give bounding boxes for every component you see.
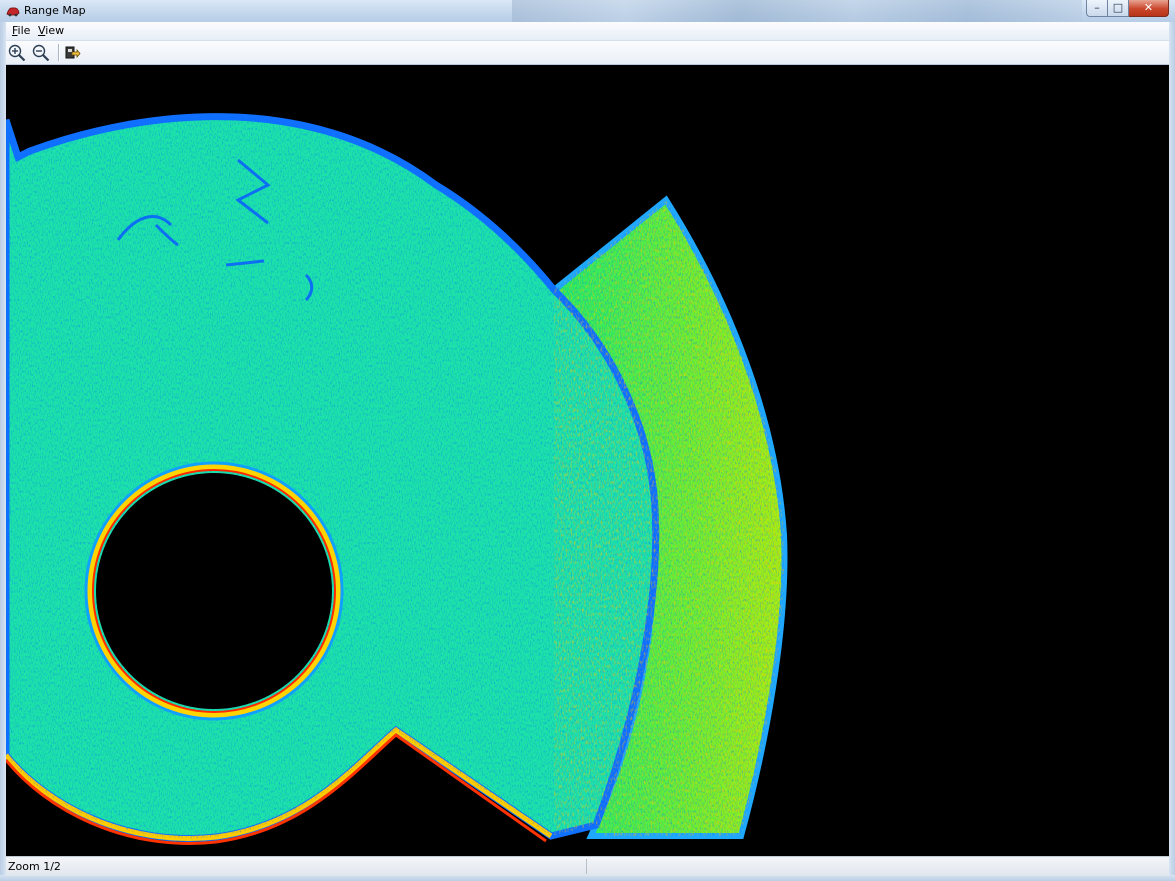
minimize-button[interactable]: –: [1086, 0, 1108, 17]
minimize-icon: –: [1094, 1, 1100, 14]
menu-file[interactable]: File: [8, 24, 34, 37]
zoom-in-button[interactable]: [7, 43, 27, 62]
zoom-status: Zoom 1/2: [8, 860, 61, 873]
toolbar-separator: [58, 44, 59, 61]
menu-view-rest: iew: [45, 24, 65, 37]
range-map-canvas[interactable]: [6, 65, 1169, 856]
window-title: Range Map: [24, 4, 86, 17]
maximize-icon: □: [1112, 1, 1124, 14]
range-map-image: [6, 65, 1169, 856]
window-frame-right: [1169, 22, 1175, 881]
magnifier-minus-icon: [32, 44, 50, 62]
export-icon: [65, 46, 81, 59]
magnifier-plus-icon: [8, 44, 26, 62]
status-bar: Zoom 1/2: [6, 856, 1169, 876]
maximize-button[interactable]: □: [1108, 0, 1129, 17]
status-divider: [586, 859, 587, 874]
close-button[interactable]: ✕: [1129, 0, 1169, 17]
export-button[interactable]: [62, 43, 82, 62]
zoom-out-button[interactable]: [31, 43, 51, 62]
caption-buttons: – □ ✕: [1086, 0, 1169, 18]
menu-bar: File View: [6, 22, 1169, 41]
range-map-window: Range Map – □ ✕ File View Zoom 1/2: [0, 0, 1175, 881]
title-bar[interactable]: Range Map – □ ✕: [0, 0, 1175, 23]
app-icon: [6, 7, 20, 17]
close-icon: ✕: [1143, 1, 1154, 14]
menu-file-rest: ile: [17, 24, 31, 37]
title-bar-background: [512, 0, 1082, 22]
center-hole: [96, 473, 332, 709]
toolbar: [6, 41, 1169, 65]
menu-view[interactable]: View: [34, 24, 68, 37]
